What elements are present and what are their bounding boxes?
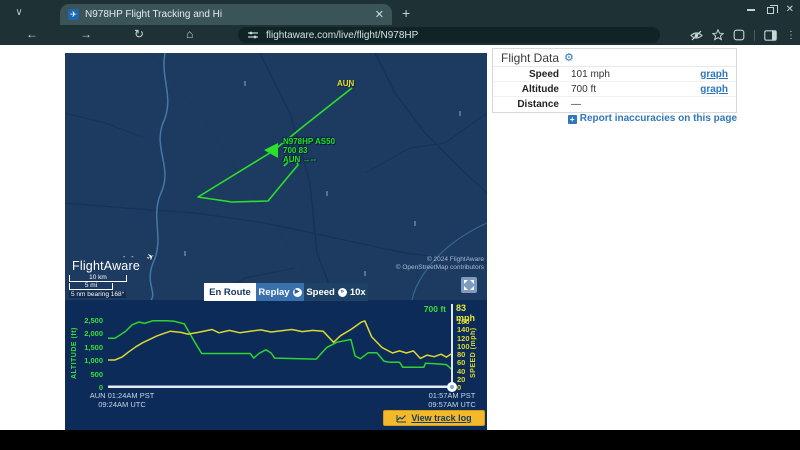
gear-icon[interactable]: ⚙ — [564, 51, 574, 64]
airport-label[interactable]: AUN — [337, 79, 354, 88]
browser-toolbar: ← → ↻ ⌂ flightaware.com/live/flight/N978… — [0, 25, 800, 45]
toolbar-right-icons: ⋮ — [690, 25, 796, 45]
flight-data-row: Distance — — [493, 97, 736, 112]
bookmark-star-icon[interactable] — [712, 29, 724, 41]
replay-label: Replay — [258, 286, 290, 298]
extensions-icon[interactable] — [733, 29, 745, 41]
row-label: Speed — [528, 68, 559, 80]
map-attribution: © 2024 FlightAware © OpenStreetMap contr… — [396, 256, 484, 271]
report-plus-icon: + — [567, 115, 577, 124]
graph-link[interactable]: graph — [700, 84, 728, 95]
aircraft-label-ident: N978HP AS50 — [283, 137, 336, 146]
chart-start-time: AUN 01:24AM PST 09:24AM UTC — [67, 391, 177, 409]
report-inaccuracies-link[interactable]: + Report inaccuracies on this page — [492, 113, 737, 124]
tab-close-icon[interactable]: ✕ — [375, 8, 384, 21]
report-link-label: Report inaccuracies on this page — [579, 113, 737, 124]
browser-tab[interactable]: ✈ N978HP Flight Tracking and Hi ✕ — [60, 4, 392, 25]
view-track-log-label: View track log — [411, 413, 472, 423]
side-panel-icon[interactable] — [764, 29, 777, 41]
altitude-speed-chart[interactable] — [108, 318, 455, 388]
row-value: 700 ft — [571, 83, 597, 95]
window-close-icon[interactable]: ✕ — [786, 5, 794, 15]
map-expand-button[interactable] — [461, 277, 477, 293]
reload-icon[interactable]: ↻ — [134, 25, 144, 45]
back-icon[interactable]: ← — [26, 25, 38, 45]
altitude-axis-label: ALTITUDE (ft) — [71, 327, 78, 379]
chart-end-time: 01:57AM PST 09:57AM UTC — [397, 391, 507, 409]
flight-map[interactable]: N978HP AS50 700 83 AUN →-- AUN ‐ ‐ ✈ Fli… — [65, 53, 487, 300]
window-minimize-icon[interactable] — [746, 9, 755, 11]
current-time-cursor[interactable] — [451, 304, 453, 388]
home-icon[interactable]: ⌂ — [186, 25, 193, 45]
flight-data-row: Speed 101 mph graph — [493, 67, 736, 82]
speed_mph-series-line — [108, 320, 452, 361]
flightaware-favicon-icon: ✈ — [68, 9, 79, 20]
flight-visual-column: N978HP AS50 700 83 AUN →-- AUN ‐ ‐ ✈ Fli… — [65, 53, 487, 430]
flight-chart-section: 2,500 2,000 1,500 1,000 500 0 160 140 120 100 80 6… — [65, 300, 487, 430]
graph-link[interactable]: graph — [700, 69, 728, 80]
flightaware-page: N978HP AS50 700 83 AUN →-- AUN ‐ ‐ ✈ Fli… — [0, 45, 800, 430]
scale-mi: 5 mi — [69, 282, 113, 290]
window-restore-icon[interactable] — [766, 4, 778, 14]
flight-data-header: Flight Data ⚙ — [493, 49, 736, 67]
replay-speed-button[interactable]: Speed » 10x — [304, 283, 368, 301]
start-time-utc: 09:24AM UTC — [98, 399, 146, 409]
current-altitude-readout: 700 ft — [423, 304, 446, 314]
scale-bearing: 5 nm bearing 168° — [69, 291, 127, 298]
speed-label: Speed — [306, 286, 335, 298]
aircraft-label-route: AUN →-- — [283, 155, 316, 164]
new-tab-button[interactable]: + — [402, 5, 410, 21]
current-speed-readout: 83 mph — [456, 303, 475, 323]
expand-arrows-icon — [464, 280, 474, 290]
browser-chrome: ∨ ✈ N978HP Flight Tracking and Hi ✕ + ✕ … — [0, 0, 800, 45]
row-label: Distance — [517, 99, 559, 110]
aircraft-label-alt-speed: 700 83 — [283, 146, 308, 155]
row-label: Altitude — [521, 83, 559, 95]
flight-data-title: Flight Data — [501, 50, 560, 65]
speed-axis-label: SPEED (mph) — [470, 327, 477, 379]
site-info-icon[interactable] — [248, 30, 258, 40]
scale-km: 10 km — [69, 274, 127, 282]
row-value: — — [571, 99, 581, 110]
flightaware-logo: FlightAware — [72, 259, 140, 273]
chromeos-shelf: 2 Jan 12 1:58 — [0, 430, 800, 450]
eye-off-icon[interactable] — [690, 30, 703, 41]
screen: ∨ ✈ N978HP Flight Tracking and Hi ✕ + ✕ … — [0, 0, 800, 450]
flight-data-row: Altitude 700 ft graph — [493, 82, 736, 97]
row-value: 101 mph — [571, 68, 610, 80]
replay-button[interactable]: Replay ▶ — [256, 283, 304, 301]
end-time-utc: 09:57AM UTC — [428, 399, 476, 409]
browser-menu-icon[interactable]: ⋮ — [786, 30, 796, 41]
speed-rate-label: 10x — [349, 286, 366, 298]
forward-icon[interactable]: → — [80, 25, 92, 45]
map-scalebar: 10 km 5 mi 5 nm bearing 168° — [69, 274, 179, 298]
map-playback-controls: En Route Replay ▶ Speed » 10x — [204, 283, 368, 301]
tab-title: N978HP Flight Tracking and Hi — [85, 9, 223, 20]
aircraft-map-label[interactable]: N978HP AS50 700 83 AUN →-- — [283, 137, 335, 164]
fast-forward-icon: » — [337, 287, 347, 297]
en-route-label: En Route — [209, 286, 251, 298]
url-text: flightaware.com/live/flight/N978HP — [266, 29, 419, 41]
window-controls: ✕ — [746, 2, 794, 18]
address-bar[interactable]: flightaware.com/live/flight/N978HP — [238, 27, 660, 43]
play-icon: ▶ — [292, 287, 302, 297]
flight-data-card: Flight Data ⚙ Speed 101 mph graph Altitude 7… — [492, 48, 737, 113]
attribution-flightaware[interactable]: © 2024 FlightAware — [396, 256, 484, 264]
toolbar-separator — [754, 29, 755, 41]
en-route-tab[interactable]: En Route — [204, 283, 256, 301]
tab-search-button[interactable]: ∨ — [10, 5, 28, 21]
attribution-osm[interactable]: © OpenStreetMap contributors — [396, 264, 484, 272]
altitude_ft-series-line — [108, 319, 452, 370]
track-log-chart-icon — [396, 414, 407, 422]
flight-data-rows: Speed 101 mph graph Altitude 700 ft graph Dist… — [493, 67, 736, 112]
view-track-log-button[interactable]: View track log — [383, 410, 485, 426]
